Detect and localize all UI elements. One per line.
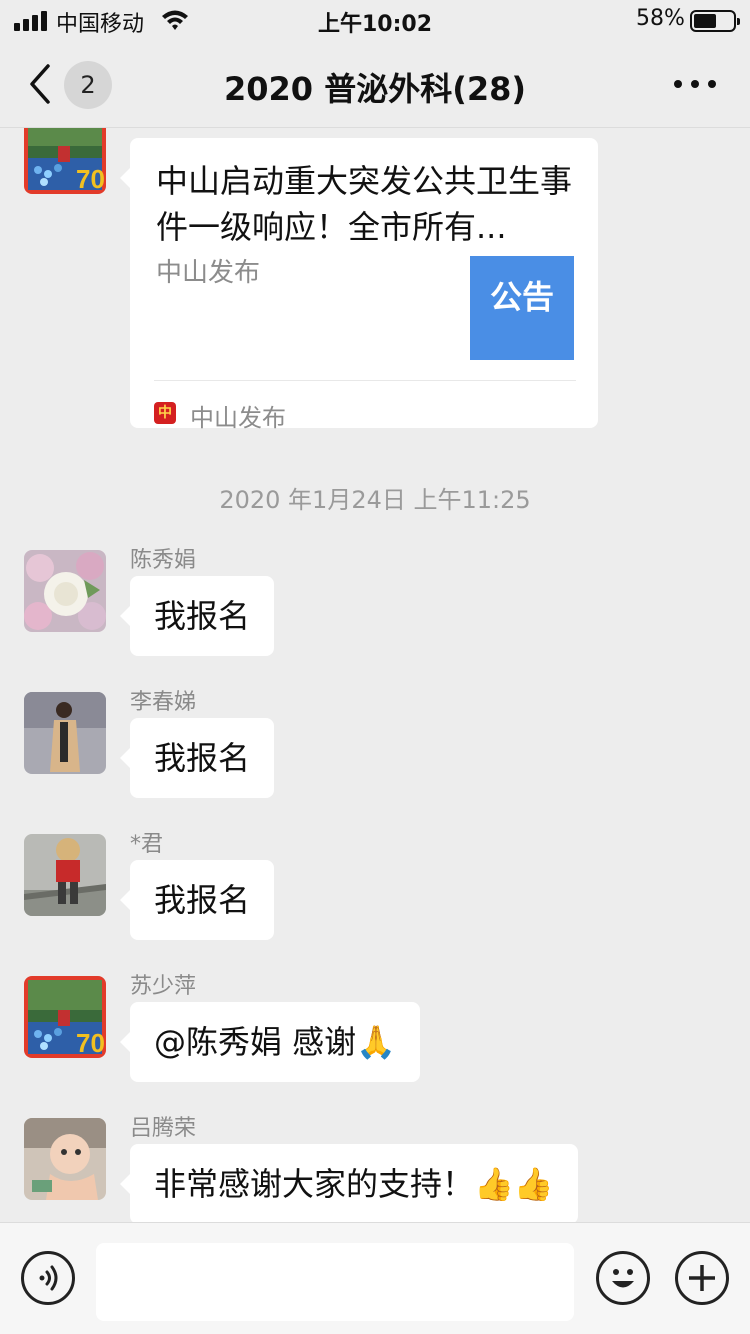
sender-name: 陈秀娟	[130, 548, 197, 573]
message-timestamp: 2020 年1月24日 上午11:25	[219, 486, 531, 514]
article-source: 中山发布	[156, 258, 261, 288]
emoji-icon[interactable]	[596, 1251, 650, 1305]
chat-header: 2 2020 普泌外科(28)	[0, 40, 750, 128]
chat-title: 2020 普泌外科(28)	[224, 70, 526, 108]
message-bubble[interactable]: 非常感谢大家的支持！👍👍	[120, 1144, 578, 1222]
message-list[interactable]: 70 中山启动重大突发公共卫生事件一级响应！全市所有... 中山发布 公告 中 …	[0, 128, 750, 1222]
message-bubble[interactable]: 我报名	[119, 576, 275, 656]
message-input[interactable]	[96, 1243, 574, 1321]
more-dots-icon[interactable]	[674, 80, 716, 90]
divider	[154, 380, 576, 381]
sender-name: 李春娣	[130, 690, 197, 715]
voice-icon[interactable]	[21, 1251, 75, 1305]
avatar-logo-70[interactable]: 70	[24, 128, 106, 194]
article-card[interactable]: 中山启动重大突发公共卫生事件一级响应！全市所有... 中山发布 公告 中 中山发…	[120, 138, 598, 432]
message-bubble[interactable]: 我报名	[119, 860, 275, 940]
plus-icon[interactable]	[675, 1251, 729, 1305]
svg-text:70: 70	[76, 1028, 105, 1058]
article-footer-source: 中山发布	[190, 404, 286, 432]
avatar-woman-coat[interactable]	[24, 692, 106, 774]
status-bar: 中国移动 上午10:02 58%	[0, 0, 750, 40]
message-bubble[interactable]: @陈秀娟 感谢🙏	[119, 1002, 421, 1082]
article-thumbnail: 公告	[470, 256, 574, 360]
battery-icon	[690, 10, 740, 32]
sender-name: 苏少萍	[130, 974, 197, 999]
avatar-flowers[interactable]	[24, 550, 106, 632]
svg-text:70: 70	[76, 164, 105, 194]
sender-name: 吕腾荣	[130, 1116, 197, 1141]
input-bar	[0, 1222, 750, 1334]
avatar-child[interactable]	[24, 834, 106, 916]
article-title: 中山启动重大突发公共卫生事件一级响应！全市所有...	[156, 162, 573, 246]
avatar-baby[interactable]	[24, 1118, 106, 1200]
avatar-logo-70[interactable]: 70	[24, 976, 106, 1058]
account-logo-icon: 中	[154, 402, 176, 424]
message-bubble[interactable]: 我报名	[119, 718, 275, 798]
battery-percent: 58%	[636, 6, 685, 31]
sender-name: *君	[130, 832, 164, 857]
